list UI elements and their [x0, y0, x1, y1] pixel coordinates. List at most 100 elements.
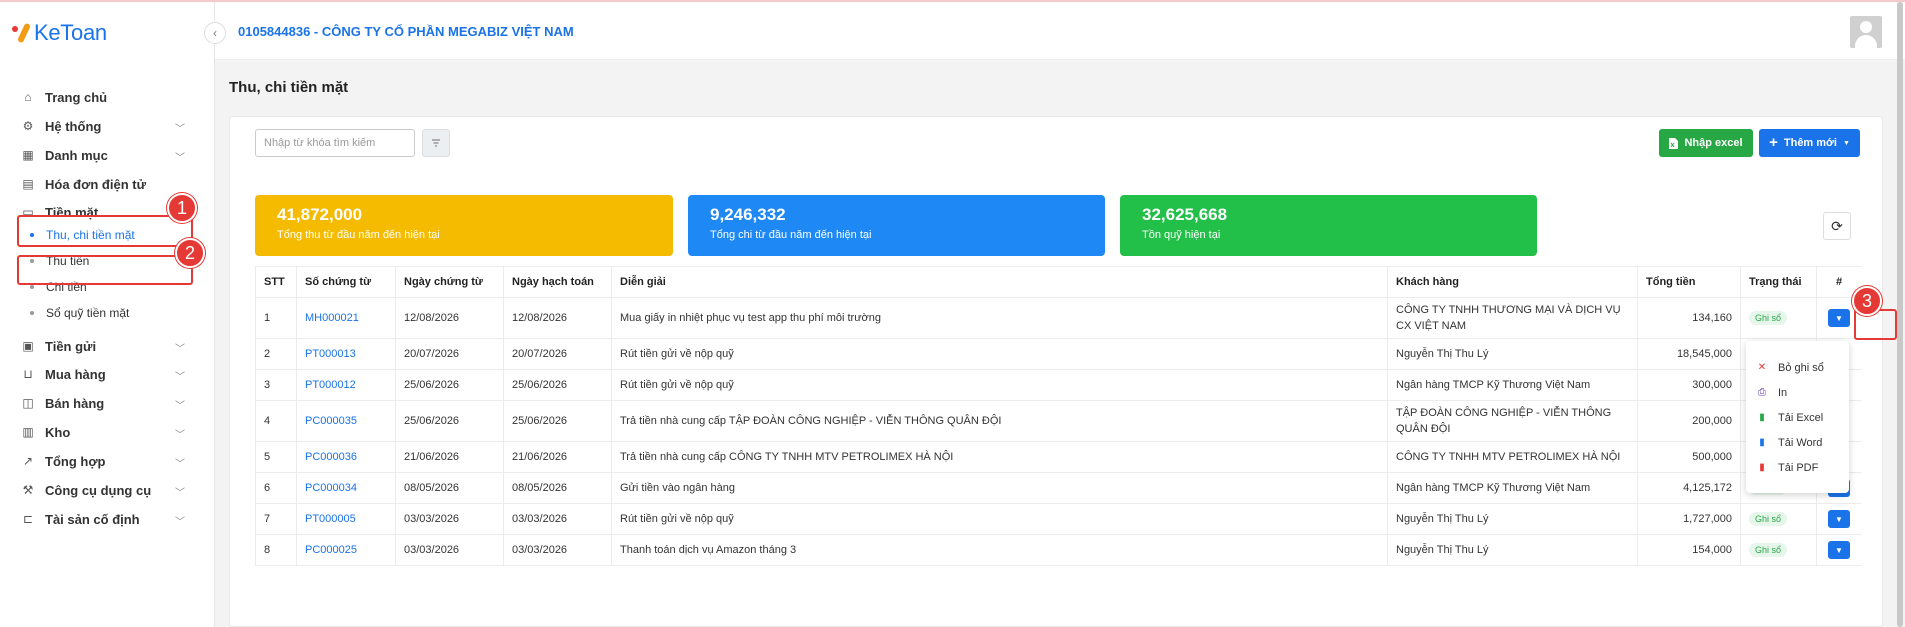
cell-text: Rút tiền gửi về nộp quỹ — [620, 379, 734, 391]
cell-ngay_ct: 03/03/2026 — [395, 535, 503, 565]
dropdown-item[interactable]: ▮ Tải Excel — [1746, 405, 1849, 430]
column-header-khach_hang[interactable]: Khách hàng — [1387, 267, 1636, 297]
cell-text: 154,000 — [1692, 544, 1732, 556]
sidebar-item-0[interactable]: ⌂ Trang chủ — [0, 82, 215, 112]
cell-stt: 4 — [255, 401, 296, 441]
chevron-down-icon: ﹀ — [175, 488, 185, 499]
scrollbar-thumb[interactable] — [1897, 2, 1903, 627]
sidebar-item-label: Tổng hợp — [45, 453, 106, 469]
sidebar-subitem-3[interactable]: Sổ quỹ tiền mặt — [0, 300, 215, 326]
row-actions-button[interactable]: ▼ — [1828, 541, 1850, 559]
sidebar-item-5[interactable]: ▣ Tiền gửi ﹀ — [0, 331, 215, 361]
column-header-ngay_chung_tu[interactable]: Ngày chứng từ — [395, 267, 503, 297]
chevron-down-icon: ﹀ — [175, 344, 185, 355]
bullet-icon — [30, 285, 34, 289]
cell-ngay_ct: 25/06/2026 — [395, 370, 503, 400]
voucher-link[interactable]: MH000021 — [305, 312, 359, 324]
dropdown-item[interactable]: ▮ Tải PDF — [1746, 455, 1849, 480]
bag-icon: ◫ — [22, 396, 34, 410]
company-name[interactable]: 0105844836 - CÔNG TY CỔ PHẦN MEGABIZ VIỆ… — [238, 24, 574, 39]
row-actions-button[interactable]: ▼ — [1828, 309, 1850, 327]
import-excel-button[interactable]: Nhập excel — [1659, 129, 1753, 157]
logo[interactable]: KeToan — [12, 20, 107, 46]
cell-ngay_ct: 08/05/2026 — [395, 473, 503, 503]
column-header-ngay_hach_toan[interactable]: Ngày hạch toán — [503, 267, 611, 297]
cell-text: 6 — [264, 482, 271, 494]
cell-text: 21/06/2026 — [512, 451, 568, 463]
callout-2: 2 — [175, 238, 205, 268]
cell-text: 03/03/2026 — [512, 513, 568, 525]
cell-tong_tien: 300,000 — [1637, 370, 1740, 400]
sidebar-item-label: Danh mục — [45, 147, 108, 163]
cell-ngay_ht: 21/06/2026 — [503, 442, 611, 472]
sidebar-item-7[interactable]: ◫ Bán hàng ﹀ — [0, 388, 215, 418]
voucher-link[interactable]: PC000034 — [305, 482, 357, 494]
chevron-down-icon: ﹀ — [175, 153, 185, 164]
row-actions-button[interactable]: ▼ — [1828, 510, 1850, 528]
sidebar-collapse-button[interactable]: ‹ — [204, 22, 226, 44]
column-header-so_chung_tu[interactable]: Số chứng từ — [296, 267, 395, 297]
add-new-button[interactable]: + Thêm mới ▼ — [1759, 129, 1860, 157]
filter-button[interactable] — [422, 129, 450, 157]
cell-stt: 2 — [255, 339, 296, 369]
cell-ngay_ct: 12/08/2026 — [395, 298, 503, 338]
cell-text: Gửi tiền vào ngân hàng — [620, 482, 736, 494]
sidebar-item-10[interactable]: ⚒ Công cụ dụng cụ ﹀ — [0, 475, 215, 505]
cell-text: 08/05/2026 — [512, 482, 568, 494]
table-row: 7 PT000005 03/03/2026 03/03/2026 Rút tiền gử… — [255, 504, 1861, 535]
voucher-link[interactable]: PC000025 — [305, 544, 357, 556]
column-header-trang_thai[interactable]: Trạng thái — [1740, 267, 1816, 297]
sidebar-item-6[interactable]: ⊔ Mua hàng ﹀ — [0, 359, 215, 389]
cell-so: PT000012 — [296, 370, 395, 400]
table-row: 1 MH000021 12/08/2026 12/08/2026 Mua giấy in… — [255, 298, 1861, 339]
cell-khach_hang: Ngân hàng TMCP Kỹ Thương Việt Nam — [1387, 473, 1636, 503]
sidebar: KeToan ⌂ Trang chủ ⚙ Hệ thống ﹀ ▦ Danh mục ﹀ ▤ Hó… — [0, 2, 215, 627]
cell-text: Trả tiền nhà cung cấp CÔNG TY TNHH MTV P… — [620, 451, 954, 463]
cell-text: 300,000 — [1692, 379, 1732, 391]
sidebar-item-1[interactable]: ⚙ Hệ thống ﹀ — [0, 111, 215, 141]
status-badge: Ghi sổ — [1749, 512, 1788, 526]
sidebar-item-label: Trang chủ — [45, 89, 108, 105]
user-avatar[interactable] — [1850, 16, 1882, 48]
chart-icon: ↗ — [22, 454, 34, 468]
cell-text: CÔNG TY TNHH THƯƠNG MẠI VÀ DỊCH VỤ CX VI… — [1396, 304, 1621, 332]
sidebar-item-label: Công cụ dụng cụ — [45, 482, 152, 498]
column-header-tong_tien[interactable]: Tổng tiền — [1637, 267, 1740, 297]
voucher-link[interactable]: PC000036 — [305, 451, 357, 463]
cell-ngay_ht: 20/07/2026 — [503, 339, 611, 369]
refresh-button[interactable]: ⟳ — [1823, 212, 1851, 240]
cell-dien_giai: Thanh toán dịch vụ Amazon tháng 3 — [611, 535, 1387, 565]
page-scrollbar[interactable] — [1897, 2, 1903, 627]
status-badge: Ghi sổ — [1749, 311, 1788, 325]
sidebar-item-9[interactable]: ↗ Tổng hợp ﹀ — [0, 446, 215, 476]
column-header-stt[interactable]: STT — [255, 267, 296, 297]
cell-text: 4,125,172 — [1683, 482, 1732, 494]
x-icon: ✕ — [1757, 362, 1767, 373]
content-card: Nhập excel + Thêm mới ▼ 41,872,000 Tổng … — [229, 116, 1883, 627]
voucher-link[interactable]: PC000035 — [305, 415, 357, 427]
voucher-link[interactable]: PT000005 — [305, 513, 356, 525]
plus-icon: + — [1769, 134, 1778, 151]
tools-icon: ⚒ — [22, 483, 34, 497]
stat-value: 9,246,332 — [710, 205, 786, 224]
cell-so: PC000034 — [296, 473, 395, 503]
stat-value: 32,625,668 — [1142, 205, 1228, 224]
dropdown-item[interactable]: ▮ Tải Word — [1746, 430, 1849, 455]
voucher-link[interactable]: PT000012 — [305, 379, 356, 391]
warehouse-icon: ▥ — [22, 425, 34, 439]
cell-so: MH000021 — [296, 298, 395, 338]
column-header-dien_giai[interactable]: Diễn giải — [611, 267, 1387, 297]
voucher-link[interactable]: PT000013 — [305, 348, 356, 360]
row-actions-dropdown: ✕ Bỏ ghi sổ ⎙ In ▮ Tải Excel ▮ Tải Word ▮ Tải PDF — [1746, 341, 1849, 493]
search-input[interactable] — [255, 129, 415, 157]
chevron-left-icon: ‹ — [213, 26, 217, 40]
sidebar-item-8[interactable]: ▥ Kho ﹀ — [0, 417, 215, 447]
sidebar-item-11[interactable]: ⊏ Tài sản cố định ﹀ — [0, 504, 215, 534]
dropdown-item[interactable]: ✕ Bỏ ghi sổ — [1746, 355, 1849, 380]
sidebar-item-2[interactable]: ▦ Danh mục ﹀ — [0, 140, 215, 170]
wallet-icon: ▣ — [22, 339, 34, 353]
callout-3: 3 — [1852, 286, 1882, 316]
cell-tong_tien: 4,125,172 — [1637, 473, 1740, 503]
dropdown-item[interactable]: ⎙ In — [1746, 380, 1849, 405]
add-new-label: Thêm mới — [1783, 137, 1837, 149]
